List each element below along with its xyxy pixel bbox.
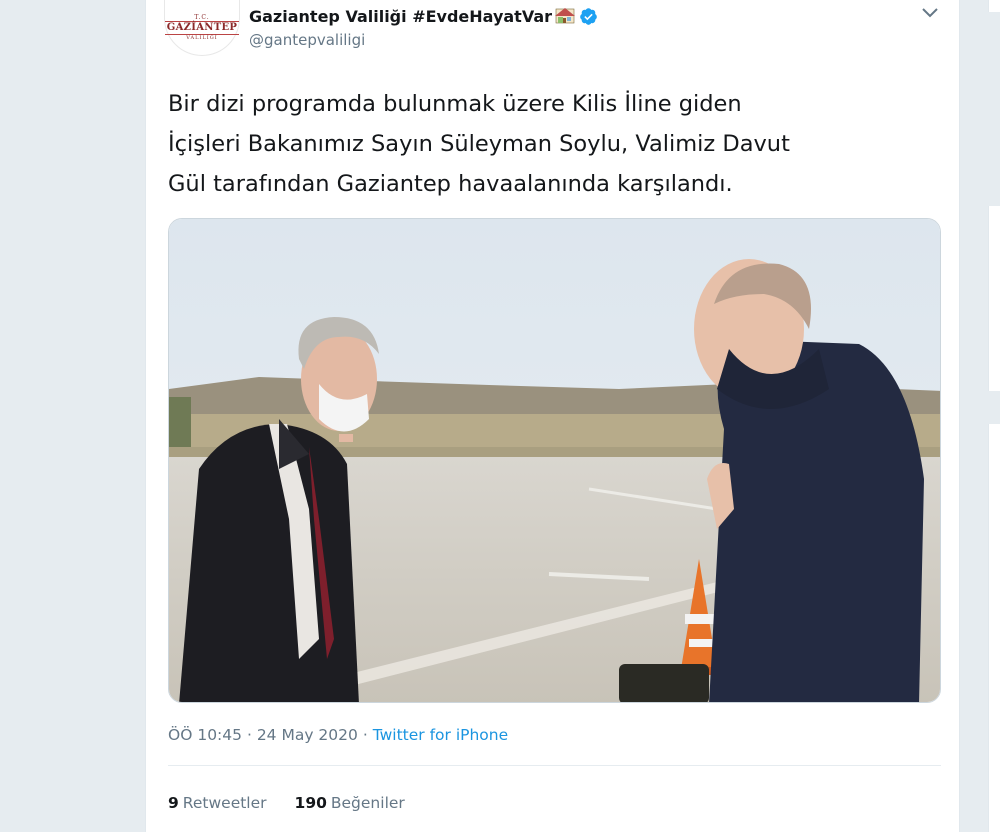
- username-handle[interactable]: @gantepvaliligi: [249, 31, 365, 49]
- avatar-logo-text-top: T.C.: [194, 14, 210, 21]
- side-card-edge: [988, 0, 1000, 12]
- divider: [168, 765, 941, 766]
- tweet-source-link[interactable]: Twitter for iPhone: [373, 726, 508, 744]
- house-emoji-icon: [555, 8, 576, 24]
- meta-separator: ·: [246, 726, 252, 744]
- tweet-photo[interactable]: [168, 218, 941, 703]
- meta-separator: ·: [362, 726, 368, 744]
- likes-label: Beğeniler: [330, 794, 405, 812]
- side-card-edge: [988, 424, 1000, 832]
- tweet-text: Bir dizi programda bulunmak üzere Kilis …: [168, 91, 790, 197]
- retweets-label: Retweetler: [182, 794, 267, 812]
- avatar-logo-text: GAZİANTEP: [164, 21, 240, 35]
- tweet-stats: 9 Retweetler 190 Beğeniler: [168, 794, 405, 812]
- photo-airport-meeting-icon: [169, 219, 940, 702]
- retweets-count: 9: [168, 794, 179, 812]
- display-name[interactable]: Gaziantep Valiliği #EvdeHayatVar: [249, 7, 552, 26]
- tweet-card: T.C. GAZİANTEP VALİLİĞİ Gaziantep Valili…: [145, 0, 960, 832]
- tweet-timestamp[interactable]: ÖÖ 10:45 · 24 May 2020 · Twitter for iPh…: [168, 726, 508, 744]
- side-card-edge: [988, 206, 1000, 391]
- tweet-time[interactable]: ÖÖ 10:45: [168, 726, 242, 744]
- avatar[interactable]: T.C. GAZİANTEP VALİLİĞİ: [164, 0, 240, 56]
- retweets-stat[interactable]: 9 Retweetler: [168, 794, 267, 812]
- chevron-down-icon[interactable]: [918, 4, 942, 22]
- likes-stat[interactable]: 190 Beğeniler: [295, 794, 405, 812]
- author-name-row[interactable]: Gaziantep Valiliği #EvdeHayatVar: [249, 5, 598, 27]
- page-gutter-left: [0, 0, 145, 832]
- verified-badge-icon: [580, 7, 597, 25]
- tweet-date[interactable]: 24 May 2020: [257, 726, 358, 744]
- likes-count: 190: [294, 794, 327, 812]
- avatar-logo-text-bottom: VALİLİĞİ: [186, 35, 218, 41]
